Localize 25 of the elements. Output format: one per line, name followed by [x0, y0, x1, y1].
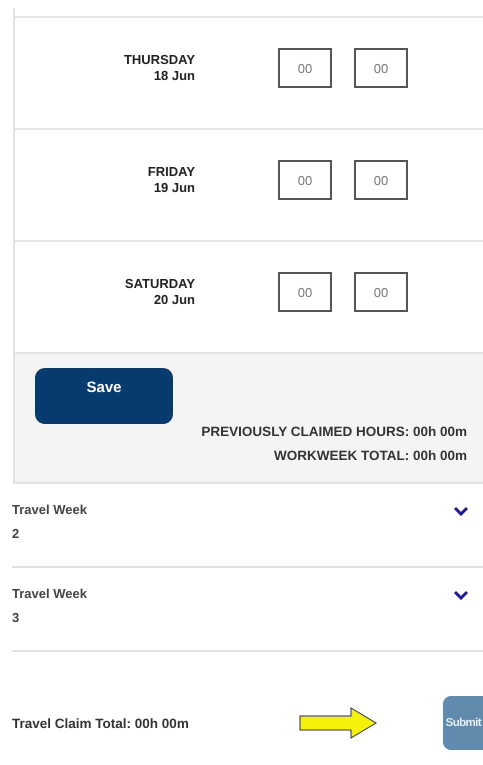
day-date: 18 Jun	[154, 68, 195, 84]
minutes-field[interactable]: 00	[354, 160, 408, 200]
chevron-icon[interactable]	[453, 506, 469, 516]
previously-claimed-hours: PREVIOUSLY CLAIMED HOURS: 00h 00m	[201, 423, 467, 441]
day-name: FRIDAY	[148, 164, 195, 180]
chevron-icon[interactable]	[453, 590, 469, 600]
day-date: 20 Jun	[154, 292, 195, 308]
workweek-total: WORKWEEK TOTAL: 00h 00m	[274, 447, 467, 465]
day-name: THURSDAY	[124, 52, 195, 68]
minutes-field[interactable]: 00	[354, 48, 408, 88]
travel-week-number: 2	[12, 525, 20, 543]
travel-claim-total: Travel Claim Total: 00h 00m	[12, 716, 189, 730]
travel-week-number: 3	[12, 609, 20, 627]
minutes-field[interactable]: 00	[354, 272, 408, 312]
arrow-icon	[298, 707, 377, 739]
hours-field[interactable]: 00	[278, 48, 332, 88]
day-name: SATURDAY	[124, 276, 195, 292]
hours-field[interactable]: 00	[278, 272, 332, 312]
travel-week-label: Travel Week	[12, 501, 87, 519]
hours-field[interactable]: 00	[278, 160, 332, 200]
travel-week-row[interactable]: Travel Week 3	[12, 568, 483, 652]
day-date: 19 Jun	[154, 180, 195, 196]
travel-week-row[interactable]: Travel Week 2	[12, 484, 483, 568]
travel-week-label: Travel Week	[12, 585, 87, 603]
save-button[interactable]: Save	[35, 368, 173, 424]
